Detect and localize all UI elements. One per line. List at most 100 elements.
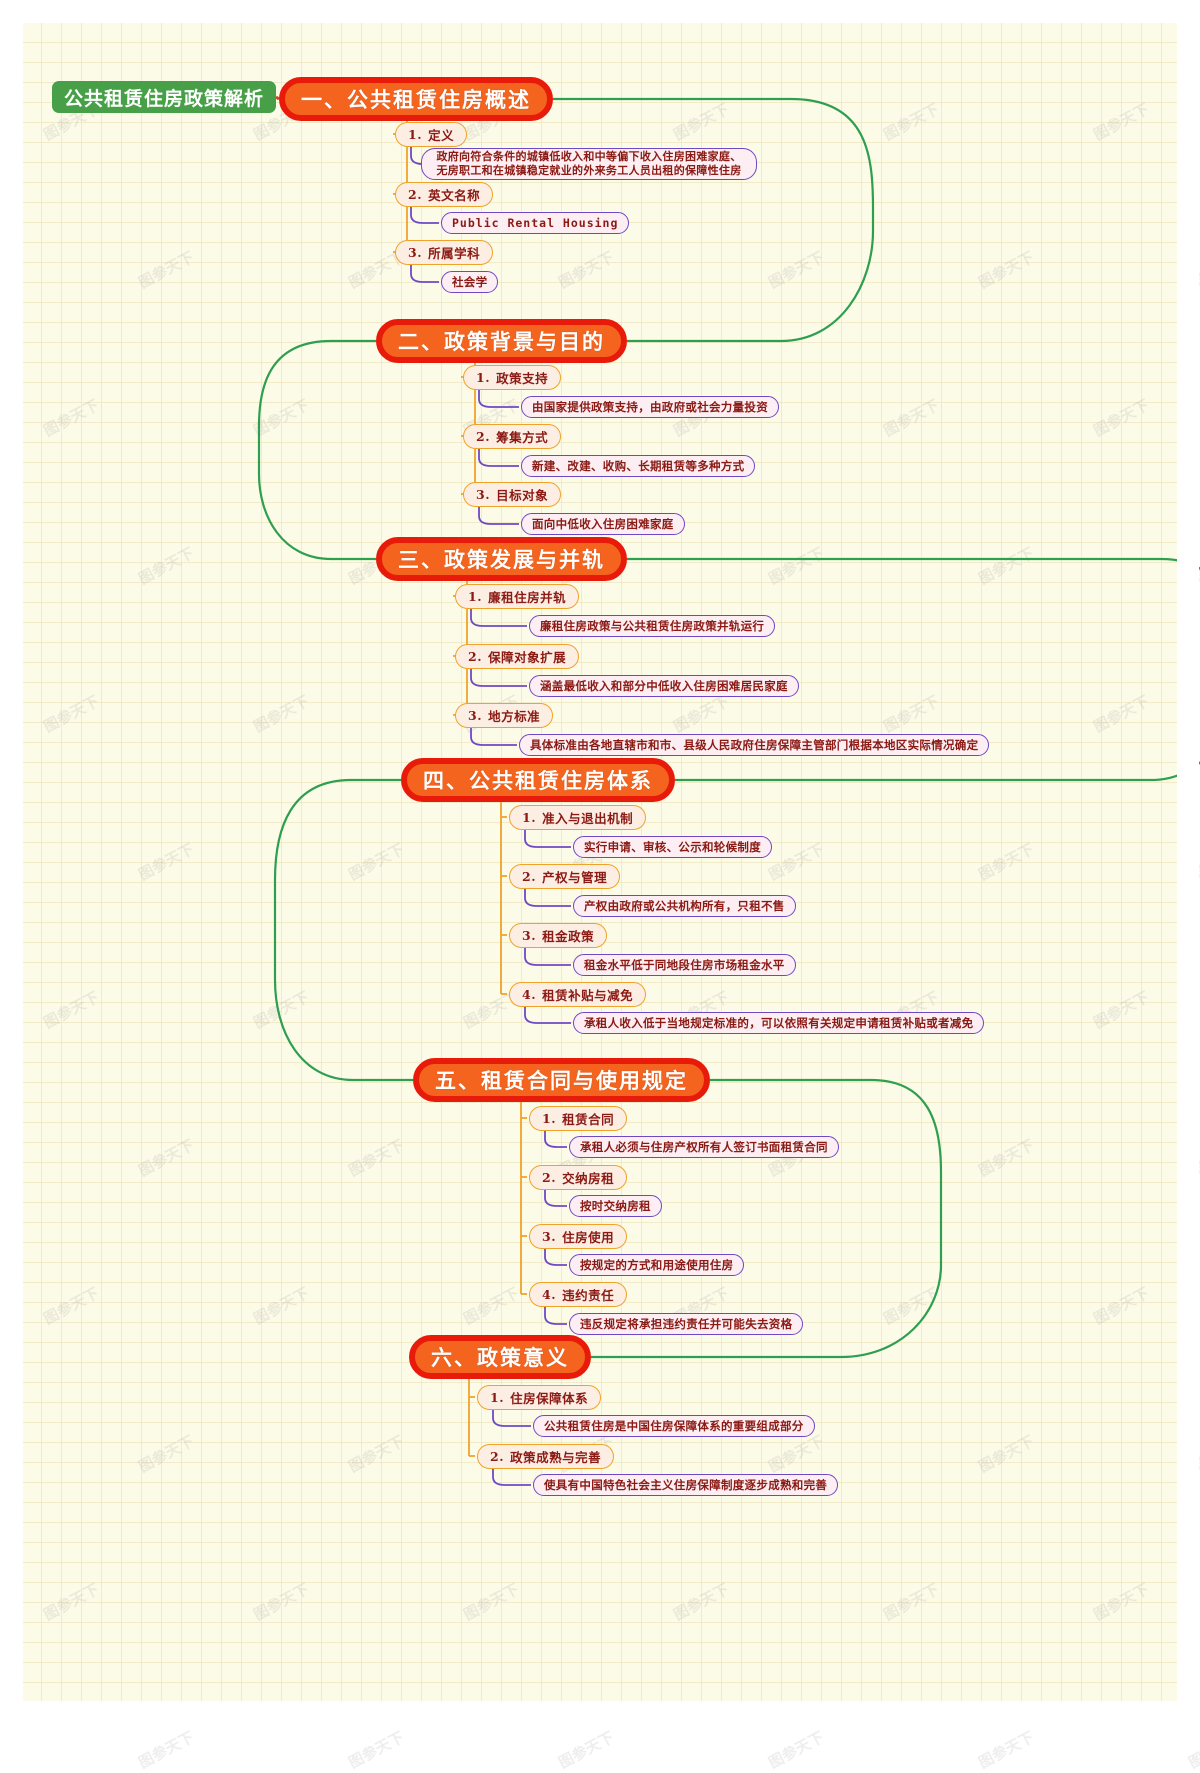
watermark-text: 图参天下 <box>135 1727 197 1772</box>
watermark-text: 图参天下 <box>765 1431 827 1476</box>
topic-node-1-2[interactable]: 2. 英文名称 <box>395 181 494 207</box>
topic-node-4-3[interactable]: 3. 租金政策 <box>509 922 608 948</box>
watermark-text: 图参天下 <box>40 1283 102 1328</box>
leaf-text: 违反规定将承担违约责任并可能失去资格 <box>580 1316 793 1331</box>
chapter-label: 六、政策意义 <box>431 1345 569 1370</box>
leaf-text: 涵盖最低收入和部分中低收入住房困难居民家庭 <box>540 678 788 693</box>
topic-node-5-2[interactable]: 2. 交纳房租 <box>529 1164 628 1190</box>
chapter-node-6[interactable]: 六、政策意义 <box>409 1335 591 1379</box>
leaf-node-2-1-1[interactable]: 由国家提供政策支持，由政府或社会力量投资 <box>521 396 779 418</box>
topic-label: 租赁补贴与减免 <box>542 987 634 1003</box>
leaf-node-5-2-1[interactable]: 按时交纳房租 <box>569 1195 662 1217</box>
leaf-text: 使具有中国特色社会主义住房保障制度逐步成熟和完善 <box>544 1477 828 1492</box>
topic-label: 产权与管理 <box>542 869 608 885</box>
topic-label: 租金政策 <box>542 928 595 944</box>
leaf-node-3-1-1[interactable]: 廉租住房政策与公共租赁住房政策并轨运行 <box>529 615 776 637</box>
topic-node-4-4[interactable]: 4. 租赁补贴与减免 <box>509 981 647 1007</box>
leaf-text: 按规定的方式和用途使用住房 <box>580 1257 734 1272</box>
topic-node-1-1[interactable]: 1. 定义 <box>395 121 468 147</box>
watermark-text: 图参天下 <box>1185 1727 1200 1772</box>
topic-label: 地方标准 <box>488 708 541 724</box>
leaf-text: 社会学 <box>452 274 488 289</box>
topic-label: 定义 <box>428 127 455 143</box>
topic-label: 所属学科 <box>428 245 481 261</box>
leaf-node-2-3-1[interactable]: 面向中低收入住房困难家庭 <box>521 513 685 535</box>
topic-label: 政策成熟与完善 <box>510 1449 602 1465</box>
chapter-node-3[interactable]: 三、政策发展与并轨 <box>376 537 627 581</box>
chapter-node-2[interactable]: 二、政策背景与目的 <box>376 319 627 363</box>
watermark-text: 图参天下 <box>250 1579 312 1624</box>
watermark-text: 图参天下 <box>670 99 732 144</box>
topic-node-3-3[interactable]: 3. 地方标准 <box>455 702 554 728</box>
leaf-text: 政府向符合条件的城镇低收入和中等偏下收入住房困难家庭、无房职工和在城镇稳定就业的… <box>436 150 742 177</box>
leaf-node-1-2-1[interactable]: Public Rental Housing <box>441 212 630 234</box>
topic-node-6-1[interactable]: 1. 住房保障体系 <box>477 1384 602 1410</box>
topic-node-5-1[interactable]: 1. 租赁合同 <box>529 1105 628 1131</box>
leaf-node-4-3-1[interactable]: 租金水平低于同地段住房市场租金水平 <box>573 954 796 976</box>
topic-number: 2. <box>522 868 537 884</box>
topic-node-3-1[interactable]: 1. 廉租住房并轨 <box>455 583 580 609</box>
topic-node-2-3[interactable]: 3. 目标对象 <box>463 481 562 507</box>
chapter-node-1[interactable]: 一、公共租赁住房概述 <box>279 77 553 121</box>
topic-node-3-2[interactable]: 2. 保障对象扩展 <box>455 643 580 669</box>
leaf-node-4-2-1[interactable]: 产权由政府或公共机构所有，只租不售 <box>573 895 796 917</box>
topic-node-1-3[interactable]: 3. 所属学科 <box>395 239 494 265</box>
watermark-text: 图参天下 <box>40 987 102 1032</box>
watermark-text: 图参天下 <box>250 1283 312 1328</box>
leaf-node-4-4-1[interactable]: 承租人收入低于当地规定标准的，可以依照有关规定申请租赁补贴或者减免 <box>573 1012 985 1034</box>
page-margin-bottom <box>1 1701 1200 1723</box>
root-node[interactable]: 公共租赁住房政策解析 <box>52 81 277 113</box>
chapter-label: 二、政策背景与目的 <box>398 329 605 354</box>
leaf-text: 由国家提供政策支持，由政府或社会力量投资 <box>532 399 768 414</box>
topic-number: 3. <box>468 707 483 723</box>
watermark-text: 图参天下 <box>135 247 197 292</box>
leaf-node-6-2-1[interactable]: 使具有中国特色社会主义住房保障制度逐步成熟和完善 <box>533 1474 839 1496</box>
chapter-label: 四、公共租赁住房体系 <box>423 768 653 793</box>
watermark-text: 图参天下 <box>975 1727 1037 1772</box>
topic-node-5-3[interactable]: 3. 住房使用 <box>529 1223 628 1249</box>
chapter-node-5[interactable]: 五、租赁合同与使用规定 <box>413 1058 710 1102</box>
watermark-text: 图参天下 <box>1185 1431 1200 1476</box>
watermark-text: 图参天下 <box>40 395 102 440</box>
watermark-text: 图参天下 <box>250 691 312 736</box>
topic-node-2-2[interactable]: 2. 筹集方式 <box>463 423 562 449</box>
topic-label: 违约责任 <box>562 1287 615 1303</box>
watermark-text: 图参天下 <box>40 1579 102 1624</box>
root-label: 公共租赁住房政策解析 <box>64 87 265 110</box>
leaf-node-1-3-1[interactable]: 社会学 <box>441 271 499 293</box>
watermark-text: 图参天下 <box>460 1579 522 1624</box>
topic-node-2-1[interactable]: 1. 政策支持 <box>463 364 562 390</box>
leaf-node-5-3-1[interactable]: 按规定的方式和用途使用住房 <box>569 1254 745 1276</box>
chapter-label: 一、公共租赁住房概述 <box>301 87 531 112</box>
watermark-text: 图参天下 <box>345 839 407 884</box>
topic-node-4-2[interactable]: 2. 产权与管理 <box>509 863 621 889</box>
topic-number: 4. <box>522 986 537 1002</box>
leaf-node-1-1-1[interactable]: 政府向符合条件的城镇低收入和中等偏下收入住房困难家庭、无房职工和在城镇稳定就业的… <box>421 148 757 180</box>
topic-node-6-2[interactable]: 2. 政策成熟与完善 <box>477 1443 615 1469</box>
leaf-text: 租金水平低于同地段住房市场租金水平 <box>584 957 785 972</box>
topic-node-4-1[interactable]: 1. 准入与退出机制 <box>509 804 647 830</box>
topic-label: 交纳房租 <box>562 1170 615 1186</box>
topic-number: 2. <box>542 1169 557 1185</box>
watermark-text: 图参天下 <box>345 1135 407 1180</box>
leaf-node-5-1-1[interactable]: 承租人必须与住房产权所有人签订书面租赁合同 <box>569 1136 839 1158</box>
leaf-node-3-3-1[interactable]: 具体标准由各地直辖市和市、县级人民政府住房保障主管部门根据本地区实际情况确定 <box>519 734 990 756</box>
topic-node-5-4[interactable]: 4. 违约责任 <box>529 1281 628 1307</box>
topic-label: 政策支持 <box>496 370 549 386</box>
watermark-text: 图参天下 <box>1185 1135 1200 1180</box>
topic-label: 英文名称 <box>428 187 481 203</box>
watermark-text: 图参天下 <box>555 247 617 292</box>
topic-number: 3. <box>476 486 491 502</box>
leaf-node-4-1-1[interactable]: 实行申请、审核、公示和轮候制度 <box>573 836 772 858</box>
watermark-text: 图参天下 <box>880 395 942 440</box>
watermark-text: 图参天下 <box>1090 99 1152 144</box>
leaf-node-3-2-1[interactable]: 涵盖最低收入和部分中低收入住房困难居民家庭 <box>529 675 799 697</box>
watermark-text: 图参天下 <box>40 691 102 736</box>
leaf-node-2-2-1[interactable]: 新建、改建、收购、长期租赁等多种方式 <box>521 455 756 477</box>
chapter-node-4[interactable]: 四、公共租赁住房体系 <box>401 758 675 802</box>
leaf-node-6-1-1[interactable]: 公共租赁住房是中国住房保障体系的重要组成部分 <box>533 1415 815 1437</box>
watermark-text: 图参天下 <box>135 543 197 588</box>
watermark-text: 图参天下 <box>1090 395 1152 440</box>
leaf-node-5-4-1[interactable]: 违反规定将承担违约责任并可能失去资格 <box>569 1313 804 1335</box>
watermark-text: 图参天下 <box>250 987 312 1032</box>
